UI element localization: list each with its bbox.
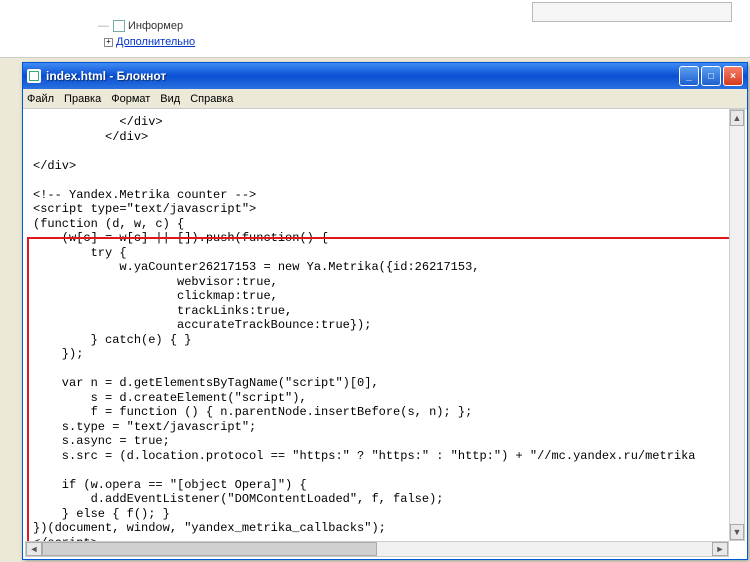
tree-item-link[interactable]: Дополнительно	[116, 36, 195, 48]
tree-item-informer[interactable]: — Информер	[98, 20, 183, 32]
browser-toolbar-stub	[532, 2, 732, 22]
minimize-icon: _	[686, 71, 692, 82]
notepad-app-icon	[27, 69, 41, 83]
menu-format[interactable]: Формат	[111, 93, 150, 105]
scroll-h-track[interactable]	[42, 542, 712, 556]
minimize-button[interactable]: _	[679, 66, 699, 86]
vertical-scrollbar[interactable]: ▲ ▼	[729, 109, 745, 541]
text-area[interactable]: </div> </div> </div> <!-- Yandex.Metrika…	[25, 109, 745, 541]
maximize-icon: □	[708, 71, 714, 82]
scroll-up-icon[interactable]: ▲	[730, 110, 744, 126]
close-icon: ×	[730, 71, 736, 82]
scroll-v-track[interactable]	[730, 126, 744, 524]
background-browser-area: — Информер + Дополнительно	[0, 0, 750, 58]
scroll-right-icon[interactable]: ►	[712, 542, 728, 556]
code-content[interactable]: </div> </div> </div> <!-- Yandex.Metrika…	[25, 109, 745, 541]
close-button[interactable]: ×	[723, 66, 743, 86]
menu-edit[interactable]: Правка	[64, 93, 101, 105]
tree-item-label: Информер	[128, 20, 183, 32]
menu-view[interactable]: Вид	[160, 93, 180, 105]
window-title: index.html - Блокнот	[46, 69, 679, 83]
scroll-down-icon[interactable]: ▼	[730, 524, 744, 540]
horizontal-scrollbar[interactable]: ◄ ►	[25, 541, 729, 557]
scroll-left-icon[interactable]: ◄	[26, 542, 42, 556]
tree-dash-icon: —	[98, 20, 109, 32]
menubar: Файл Правка Формат Вид Справка	[23, 89, 747, 109]
tree-item-additional[interactable]: + Дополнительно	[104, 36, 195, 48]
page-icon	[113, 20, 125, 32]
maximize-button[interactable]: □	[701, 66, 721, 86]
menu-help[interactable]: Справка	[190, 93, 233, 105]
menu-file[interactable]: Файл	[27, 93, 54, 105]
expand-plus-icon[interactable]: +	[104, 38, 113, 47]
window-buttons: _ □ ×	[679, 66, 743, 86]
scroll-h-thumb[interactable]	[42, 542, 377, 556]
titlebar[interactable]: index.html - Блокнот _ □ ×	[23, 63, 747, 89]
notepad-window: index.html - Блокнот _ □ × Файл Правка Ф…	[22, 62, 748, 560]
